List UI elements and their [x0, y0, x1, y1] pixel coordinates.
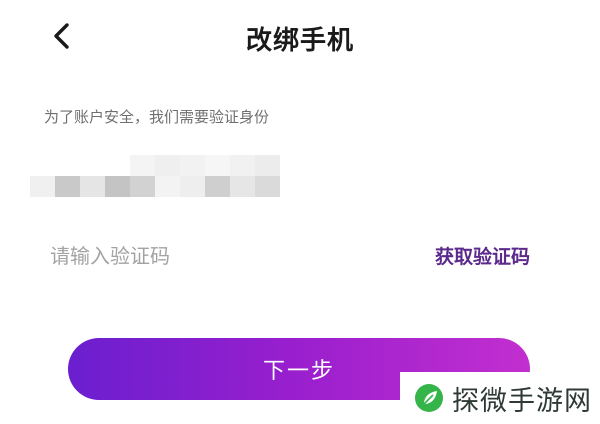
security-hint-text: 为了账户安全，我们需要验证身份 [44, 108, 270, 126]
get-code-button[interactable]: 获取验证码 [435, 242, 530, 269]
verification-code-input[interactable] [50, 240, 380, 272]
change-phone-screen: 改绑手机 为了账户安全，我们需要验证身份 获取验证码 下一步 探微手游网 [0, 0, 600, 424]
page-title: 改绑手机 [245, 26, 354, 56]
watermark: 探微手游网 [400, 372, 600, 424]
leaf-logo-icon [415, 384, 443, 412]
watermark-text: 探微手游网 [452, 385, 592, 417]
masked-phone-number [30, 155, 280, 197]
